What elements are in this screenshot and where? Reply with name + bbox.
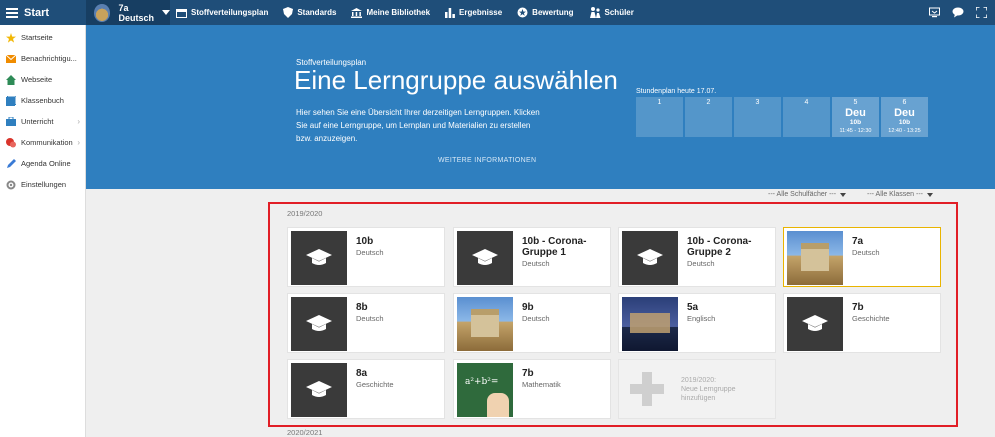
slot-number: 4 [804,99,809,106]
students-icon [589,7,601,18]
hero-banner: Stoffverteilungsplan Eine Lerngruppe aus… [86,25,995,189]
sidebar-item-benachrichtigungen[interactable]: Benachrichtigu... [0,48,85,69]
sidebar-item-einstellungen[interactable]: Einstellungen [0,174,85,195]
slot-subject: Deu [845,107,866,119]
page-title: Eine Lerngruppe auswählen [294,65,618,95]
hamburger-icon [6,7,18,18]
class-subject: Deutsch [118,12,154,23]
schedule-slot[interactable]: 5 Deu 10b 11:45 - 12:30 [832,97,879,137]
more-info-link[interactable]: WEITERE INFORMATIONEN [438,157,536,164]
slot-class: 10b [898,119,911,126]
star-icon [6,32,16,43]
slot-subject: Deu [894,107,915,119]
banner-description: Hier sehen Sie eine Übersicht Ihrer derz… [296,108,540,143]
nav-label: Schüler [604,8,634,17]
class-switcher[interactable]: 7a Deutsch [86,0,170,25]
slot-class: 10b [849,119,862,126]
schedule-slot[interactable]: 1 [636,97,683,137]
sidebar-item-label: Einstellungen [21,180,67,189]
briefcase-icon [6,117,16,127]
class-thumbnail [94,3,111,22]
nav-standards[interactable]: Standards [283,7,336,18]
pen-icon [6,158,16,169]
chevron-down-icon [162,10,170,15]
fullscreen-icon[interactable] [976,7,987,18]
class-filter-value: --- Alle Klassen --- [867,191,924,198]
sidebar-item-label: Webseite [21,75,53,84]
sidebar-item-label: Benachrichtigu... [21,54,77,63]
gear-icon [6,180,16,190]
shield-icon [283,7,294,18]
slot-number: 1 [657,99,662,106]
nav-meine-bibliothek[interactable]: Meine Bibliothek [351,7,431,18]
screen-share-icon[interactable] [929,7,940,18]
sidebar-item-label: Startseite [21,33,53,42]
nav-bewertung[interactable]: Bewertung [517,7,574,18]
sidebar-item-klassenbuch[interactable]: Klassenbuch [0,90,85,111]
main-nav: Stoffverteilungsplan Standards Meine Bib… [176,0,649,25]
year-heading: 2020/2021 [287,428,323,437]
chevron-down-icon [840,192,847,197]
chevron-right-icon: › [77,117,80,126]
chat-bubbles-icon [6,137,16,148]
class-name: 7a [118,2,129,13]
subject-filter-value: --- Alle Schulfächer --- [768,191,837,198]
schedule-slot[interactable]: 2 [685,97,732,137]
schedule: 1 2 3 4 5 Deu 10b 11:45 - 12:30 6 Deu 10… [636,97,928,137]
start-menu-button[interactable]: Start [0,0,86,25]
home-icon [6,74,16,85]
slot-time: 11:45 - 12:30 [839,128,872,134]
calendar-icon [176,8,187,18]
chevron-right-icon: › [77,138,80,147]
nav-ergebnisse[interactable]: Ergebnisse [445,7,503,18]
envelope-icon [6,54,16,64]
sidebar: Startseite Benachrichtigu... Webseite Kl… [0,25,86,437]
schedule-slot[interactable]: 6 Deu 10b 12:40 - 13:25 [881,97,928,137]
sidebar-item-label: Agenda Online [21,159,71,168]
bar-chart-icon [445,7,455,18]
slot-number: 6 [902,99,907,106]
sidebar-item-webseite[interactable]: Webseite [0,69,85,90]
start-label: Start [24,6,50,19]
book-icon [6,95,16,106]
sidebar-item-kommunikation[interactable]: Kommunikation › [0,132,85,153]
star-circle-icon [517,7,528,18]
top-right-icons [929,0,987,25]
nav-label: Ergebnisse [459,8,503,17]
schedule-slot[interactable]: 3 [734,97,781,137]
library-icon [351,7,363,18]
nav-label: Standards [297,8,337,17]
nav-label: Bewertung [532,8,574,17]
nav-label: Stoffverteilungsplan [191,8,269,17]
selection-highlight [268,202,958,427]
slot-time: 12:40 - 13:25 [888,128,921,134]
sidebar-item-label: Kommunikation [21,138,73,147]
slot-number: 3 [755,99,760,106]
nav-stoffverteilungsplan[interactable]: Stoffverteilungsplan [176,8,268,18]
chevron-down-icon [927,192,934,197]
class-filter[interactable]: --- Alle Klassen --- [867,191,934,198]
sidebar-item-label: Klassenbuch [21,96,64,105]
sidebar-item-startseite[interactable]: Startseite [0,27,85,48]
slot-number: 5 [853,99,858,106]
nav-label: Meine Bibliothek [366,8,431,17]
schedule-slot[interactable]: 4 [783,97,830,137]
sidebar-item-unterricht[interactable]: Unterricht › [0,111,85,132]
sidebar-item-agenda-online[interactable]: Agenda Online [0,153,85,174]
chat-icon[interactable] [952,7,964,18]
schedule-label: Stundenplan heute 17.07. [636,88,717,95]
slot-number: 2 [706,99,711,106]
nav-schueler[interactable]: Schüler [589,7,634,18]
subject-filter[interactable]: --- Alle Schulfächer --- [768,191,847,198]
sidebar-item-label: Unterricht [21,117,54,126]
